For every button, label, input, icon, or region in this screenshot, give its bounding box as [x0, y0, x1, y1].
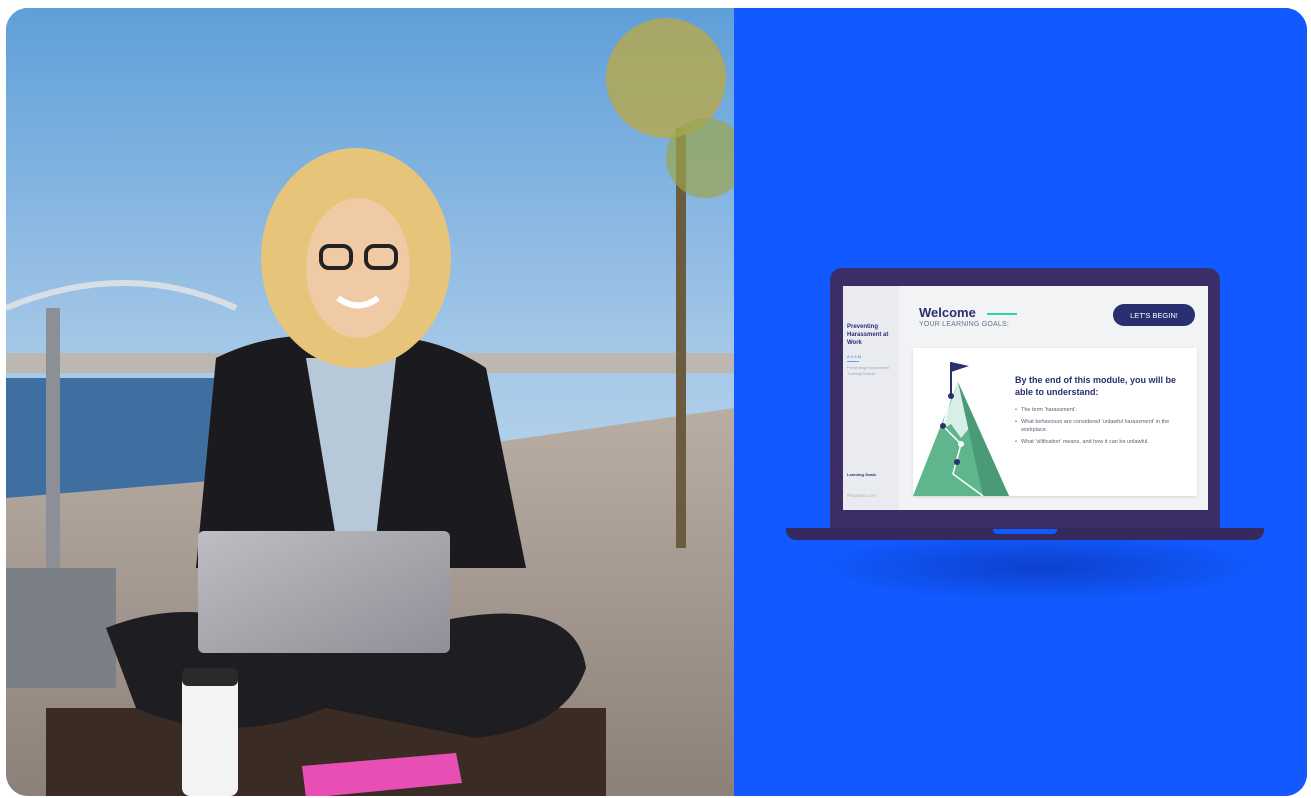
course-subtitle: Preventing Harassment Training Module — [847, 365, 889, 376]
course-sidebar: Preventing Harassment at Work AZAM Preve… — [843, 286, 899, 510]
lets-begin-button[interactable]: LET'S BEGIN! — [1113, 304, 1195, 326]
laptop-notch — [993, 529, 1057, 534]
goal-item: What behaviours are considered 'unlawful… — [1015, 418, 1187, 435]
progress-label: PROGRESS: 17% — [847, 494, 876, 498]
learning-goals-panel: By the end of this module, you will be a… — [913, 348, 1197, 496]
woman-with-laptop-photo — [6, 8, 734, 796]
laptop-screen: Preventing Harassment at Work AZAM Preve… — [843, 286, 1208, 510]
course-title: Preventing Harassment at Work — [847, 324, 889, 346]
title-accent-line — [987, 313, 1017, 315]
hero-photo — [6, 8, 734, 796]
goals-list: The term 'harassment'. What behaviours a… — [1015, 406, 1187, 449]
course-divider — [847, 361, 859, 362]
sidebar-item-learning-goals[interactable]: Learning Goals — [847, 472, 876, 477]
goal-item: The term 'harassment'. — [1015, 406, 1187, 415]
mountain-flag-icon — [913, 362, 1009, 496]
goals-heading: By the end of this module, you will be a… — [1015, 375, 1177, 397]
laptop-shadow — [812, 532, 1267, 602]
learning-goals-subtitle: YOUR LEARNING GOALS: — [919, 321, 1009, 328]
goal-item: What 'vilification' means, and how it ca… — [1015, 438, 1187, 447]
course-code: AZAM — [847, 354, 863, 359]
page-title: Welcome — [919, 305, 976, 320]
